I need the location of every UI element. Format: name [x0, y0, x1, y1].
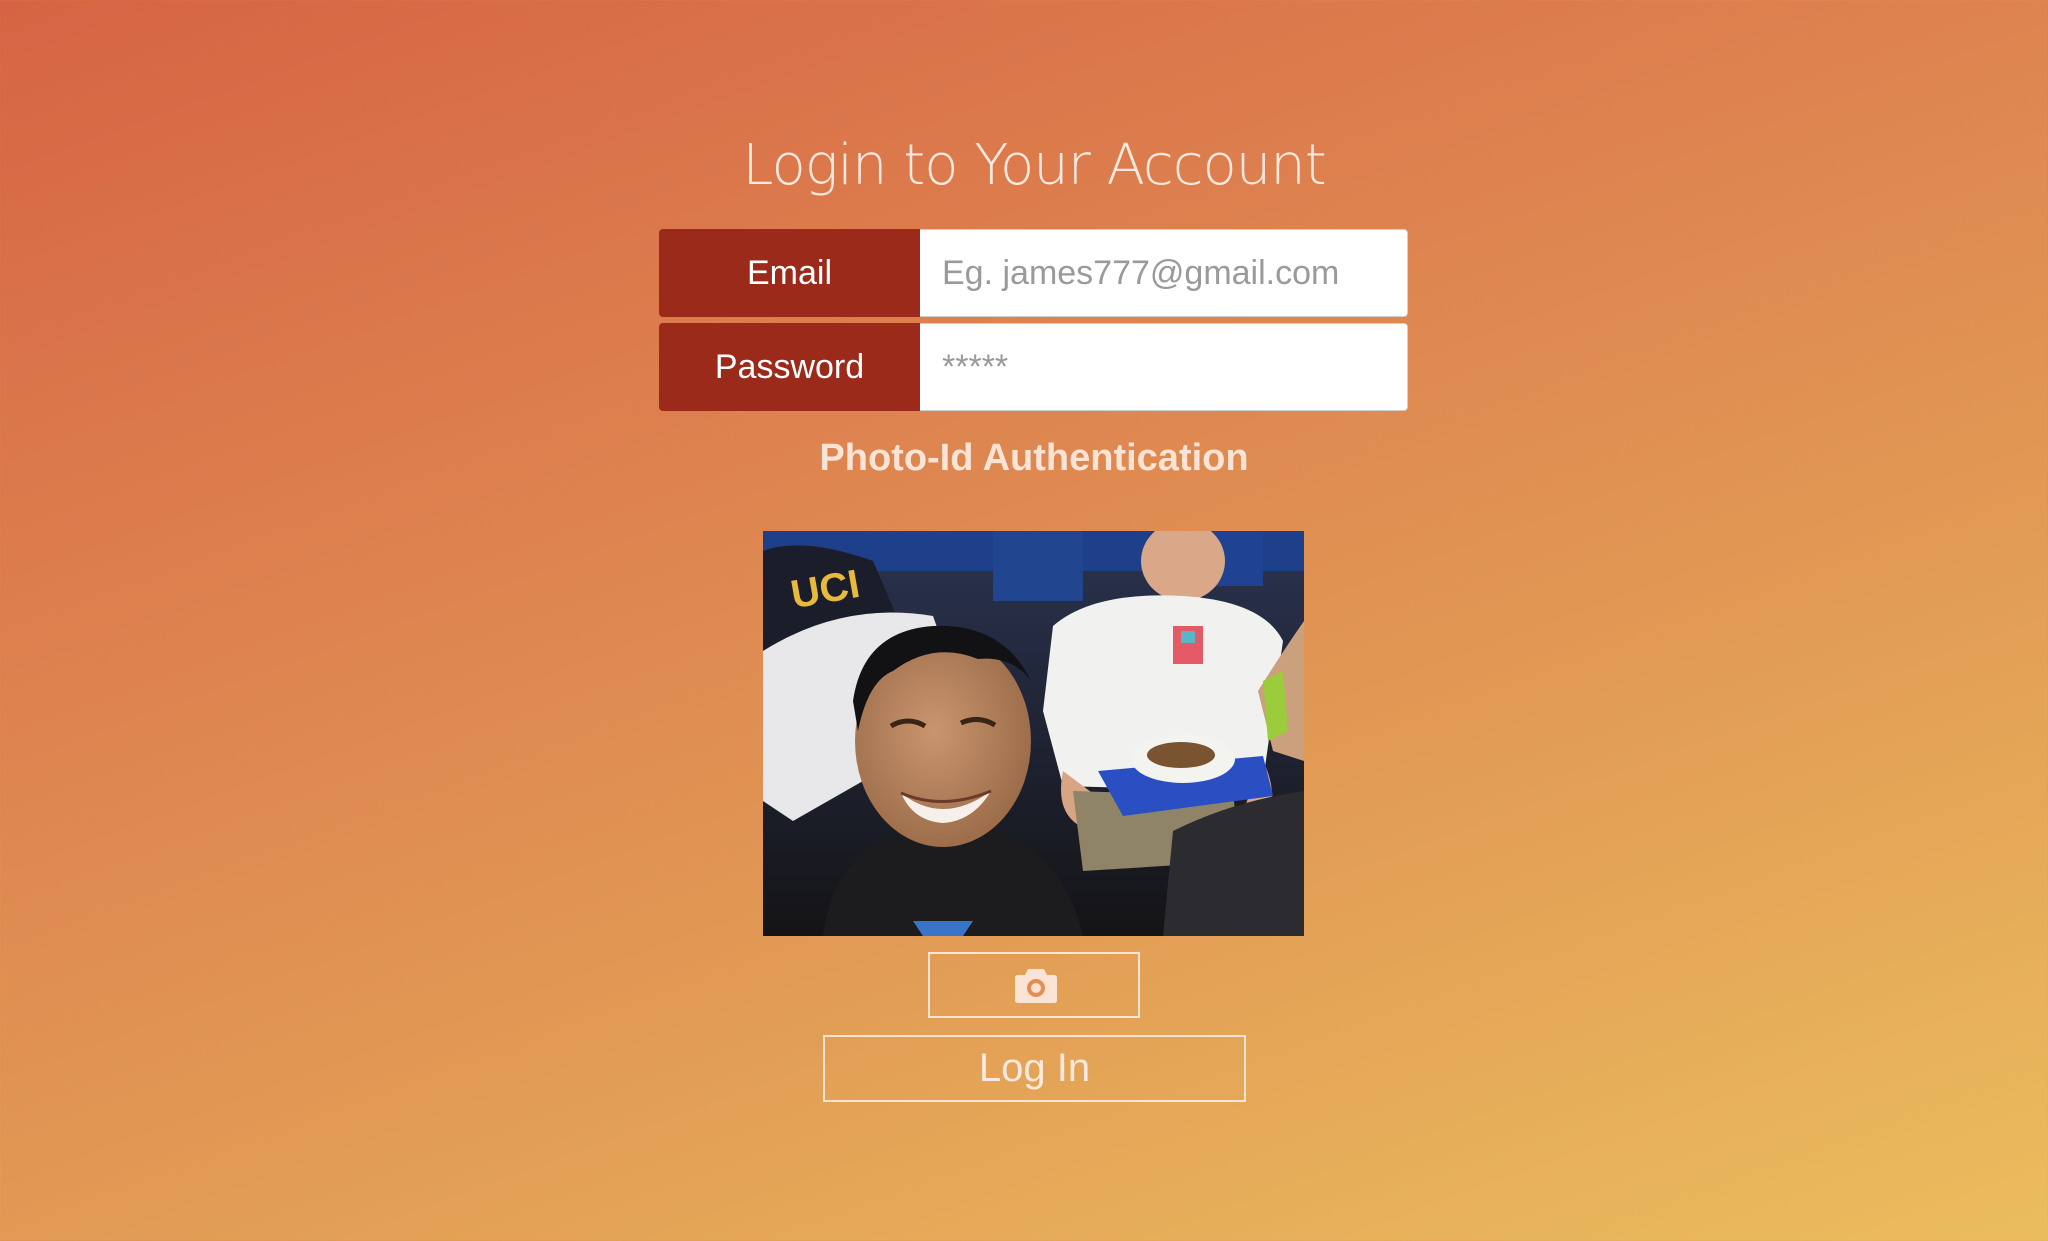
page-title: Login to Your Account: [742, 133, 1326, 198]
password-row: Password: [659, 323, 1408, 411]
password-label: Password: [659, 323, 920, 411]
email-field[interactable]: [920, 229, 1408, 317]
password-field[interactable]: [920, 323, 1408, 411]
email-label: Email: [659, 229, 920, 317]
login-button[interactable]: Log In: [823, 1035, 1246, 1102]
email-row: Email: [659, 229, 1408, 317]
photo-auth-heading: Photo-Id Authentication: [819, 437, 1249, 479]
captured-photo: UCI: [763, 531, 1304, 936]
photo-image: UCI: [763, 531, 1304, 936]
camera-icon: [1015, 969, 1057, 1003]
camera-button[interactable]: [928, 952, 1140, 1018]
